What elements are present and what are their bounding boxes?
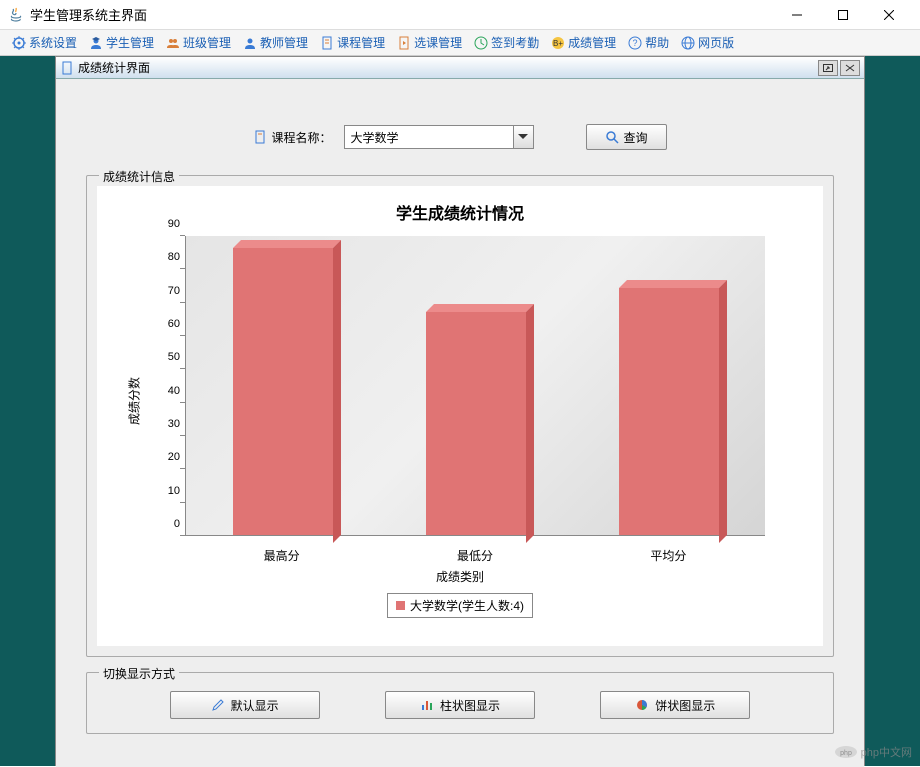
help-icon: ? [628,36,642,50]
menu-course-manage[interactable]: 课程管理 [314,32,391,53]
search-row: 课程名称： 大学数学 查询 [86,89,834,175]
svg-text:php: php [840,750,852,757]
menu-web-version[interactable]: 网页版 [675,32,740,53]
legend-swatch [396,601,405,610]
menu-label: 成绩管理 [568,34,616,51]
y-tick: 40 [155,385,180,397]
default-view-label: 默认显示 [231,697,279,714]
teacher-icon [243,36,257,50]
y-tick: 10 [155,485,180,497]
badge-icon: B+ [551,36,565,50]
menu-label: 帮助 [645,34,669,51]
chart-plot-area: 成绩分数 最高分最低分平均分 0102030405060708090 [165,236,785,566]
pie-chart-button[interactable]: 饼状图显示 [600,691,750,719]
menu-label: 班级管理 [183,34,231,51]
internal-frame-titlebar: 成绩统计界面 [56,57,864,79]
switch-fieldset-legend: 切换显示方式 [99,665,179,682]
menu-teacher-manage[interactable]: 教师管理 [237,32,314,53]
window-titlebar: 学生管理系统主界面 [0,0,920,30]
course-name-label: 课程名称： [253,129,331,146]
x-label: 平均分 [572,541,765,566]
y-tick: 20 [155,451,180,463]
bar-chart-button[interactable]: 柱状图显示 [385,691,535,719]
x-label: 最低分 [378,541,571,566]
minimize-button[interactable] [774,0,820,30]
pie-chart-label: 饼状图显示 [655,697,715,714]
menu-class-manage[interactable]: 班级管理 [160,32,237,53]
menu-label: 网页版 [698,34,734,51]
maximize-button[interactable] [820,0,866,30]
stats-fieldset-legend: 成绩统计信息 [99,168,179,185]
internal-frame-body: 课程名称： 大学数学 查询 成绩统计信息 学生成绩统计情况 成绩分数 [56,79,864,767]
switch-fieldset: 切换显示方式 默认显示 柱状图显示 饼状图显示 [86,672,834,734]
window-title: 学生管理系统主界面 [30,5,774,24]
web-icon [681,36,695,50]
java-icon [8,7,24,23]
gear-icon [12,36,26,50]
student-icon [89,36,103,50]
y-tick: 90 [155,218,180,230]
menu-label: 学生管理 [106,34,154,51]
default-view-button[interactable]: 默认显示 [170,691,320,719]
stats-fieldset: 成绩统计信息 学生成绩统计情况 成绩分数 最高分最低分平均分 010203040… [86,175,834,657]
chart-container: 学生成绩统计情况 成绩分数 最高分最低分平均分 0102030405060708… [97,186,823,646]
chart-legend: 大学数学(学生人数:4) [387,593,533,618]
doc-icon [320,36,334,50]
doc-back-icon [397,36,411,50]
watermark: php php中文网 [834,744,912,760]
chart-canvas [185,236,765,536]
score-stats-frame: 成绩统计界面 课程名称： 大学数学 查询 [55,56,865,766]
y-tick: 50 [155,351,180,363]
group-icon [166,36,180,50]
course-select[interactable]: 大学数学 [344,125,534,149]
y-tick: 70 [155,285,180,297]
pie-chart-icon [635,698,649,712]
doc-icon [60,61,74,75]
svg-text:?: ? [633,38,638,48]
menu-select-course-manage[interactable]: 选课管理 [391,32,468,53]
x-axis-label: 成绩类别 [105,566,815,585]
menu-help[interactable]: ? 帮助 [622,32,675,53]
legend-text: 大学数学(学生人数:4) [410,597,524,614]
y-tick: 80 [155,251,180,263]
chart-legend-wrap: 大学数学(学生人数:4) [105,585,815,618]
doc-icon [253,130,267,144]
chevron-down-icon [513,126,533,148]
menu-score-manage[interactable]: B+ 成绩管理 [545,32,622,53]
menu-label: 课程管理 [337,34,385,51]
chart-title: 学生成绩统计情况 [105,194,815,236]
menu-attendance[interactable]: 签到考勤 [468,32,545,53]
course-selected-value: 大学数学 [345,129,513,146]
clock-icon [474,36,488,50]
menu-system-settings[interactable]: 系统设置 [6,32,83,53]
bar-chart-label: 柱状图显示 [440,697,500,714]
bar-chart-icon [420,698,434,712]
main-desktop: 成绩统计界面 课程名称： 大学数学 查询 [0,56,920,766]
watermark-text: php中文网 [861,744,912,760]
search-icon [605,130,619,144]
window-controls [774,0,912,30]
svg-text:B+: B+ [553,39,563,48]
menu-label: 教师管理 [260,34,308,51]
query-button[interactable]: 查询 [586,124,667,150]
course-label-text: 课程名称： [271,129,331,146]
query-button-label: 查询 [624,129,648,146]
y-axis-label: 成绩分数 [126,377,143,425]
x-axis-labels: 最高分最低分平均分 [185,541,765,566]
y-tick: 30 [155,418,180,430]
menu-label: 系统设置 [29,34,77,51]
x-label: 最高分 [185,541,378,566]
iframe-maximize-button[interactable] [818,60,838,76]
menu-label: 签到考勤 [491,34,539,51]
menubar: 系统设置 学生管理 班级管理 教师管理 课程管理 选课管理 签到考勤 B+ 成绩管… [0,30,920,56]
pen-icon [211,698,225,712]
switch-button-row: 默认显示 柱状图显示 饼状图显示 [97,683,823,723]
y-tick: 60 [155,318,180,330]
menu-student-manage[interactable]: 学生管理 [83,32,160,53]
menu-label: 选课管理 [414,34,462,51]
y-tick: 0 [155,518,180,530]
iframe-close-button[interactable] [840,60,860,76]
close-button[interactable] [866,0,912,30]
internal-frame-title: 成绩统计界面 [78,59,816,76]
